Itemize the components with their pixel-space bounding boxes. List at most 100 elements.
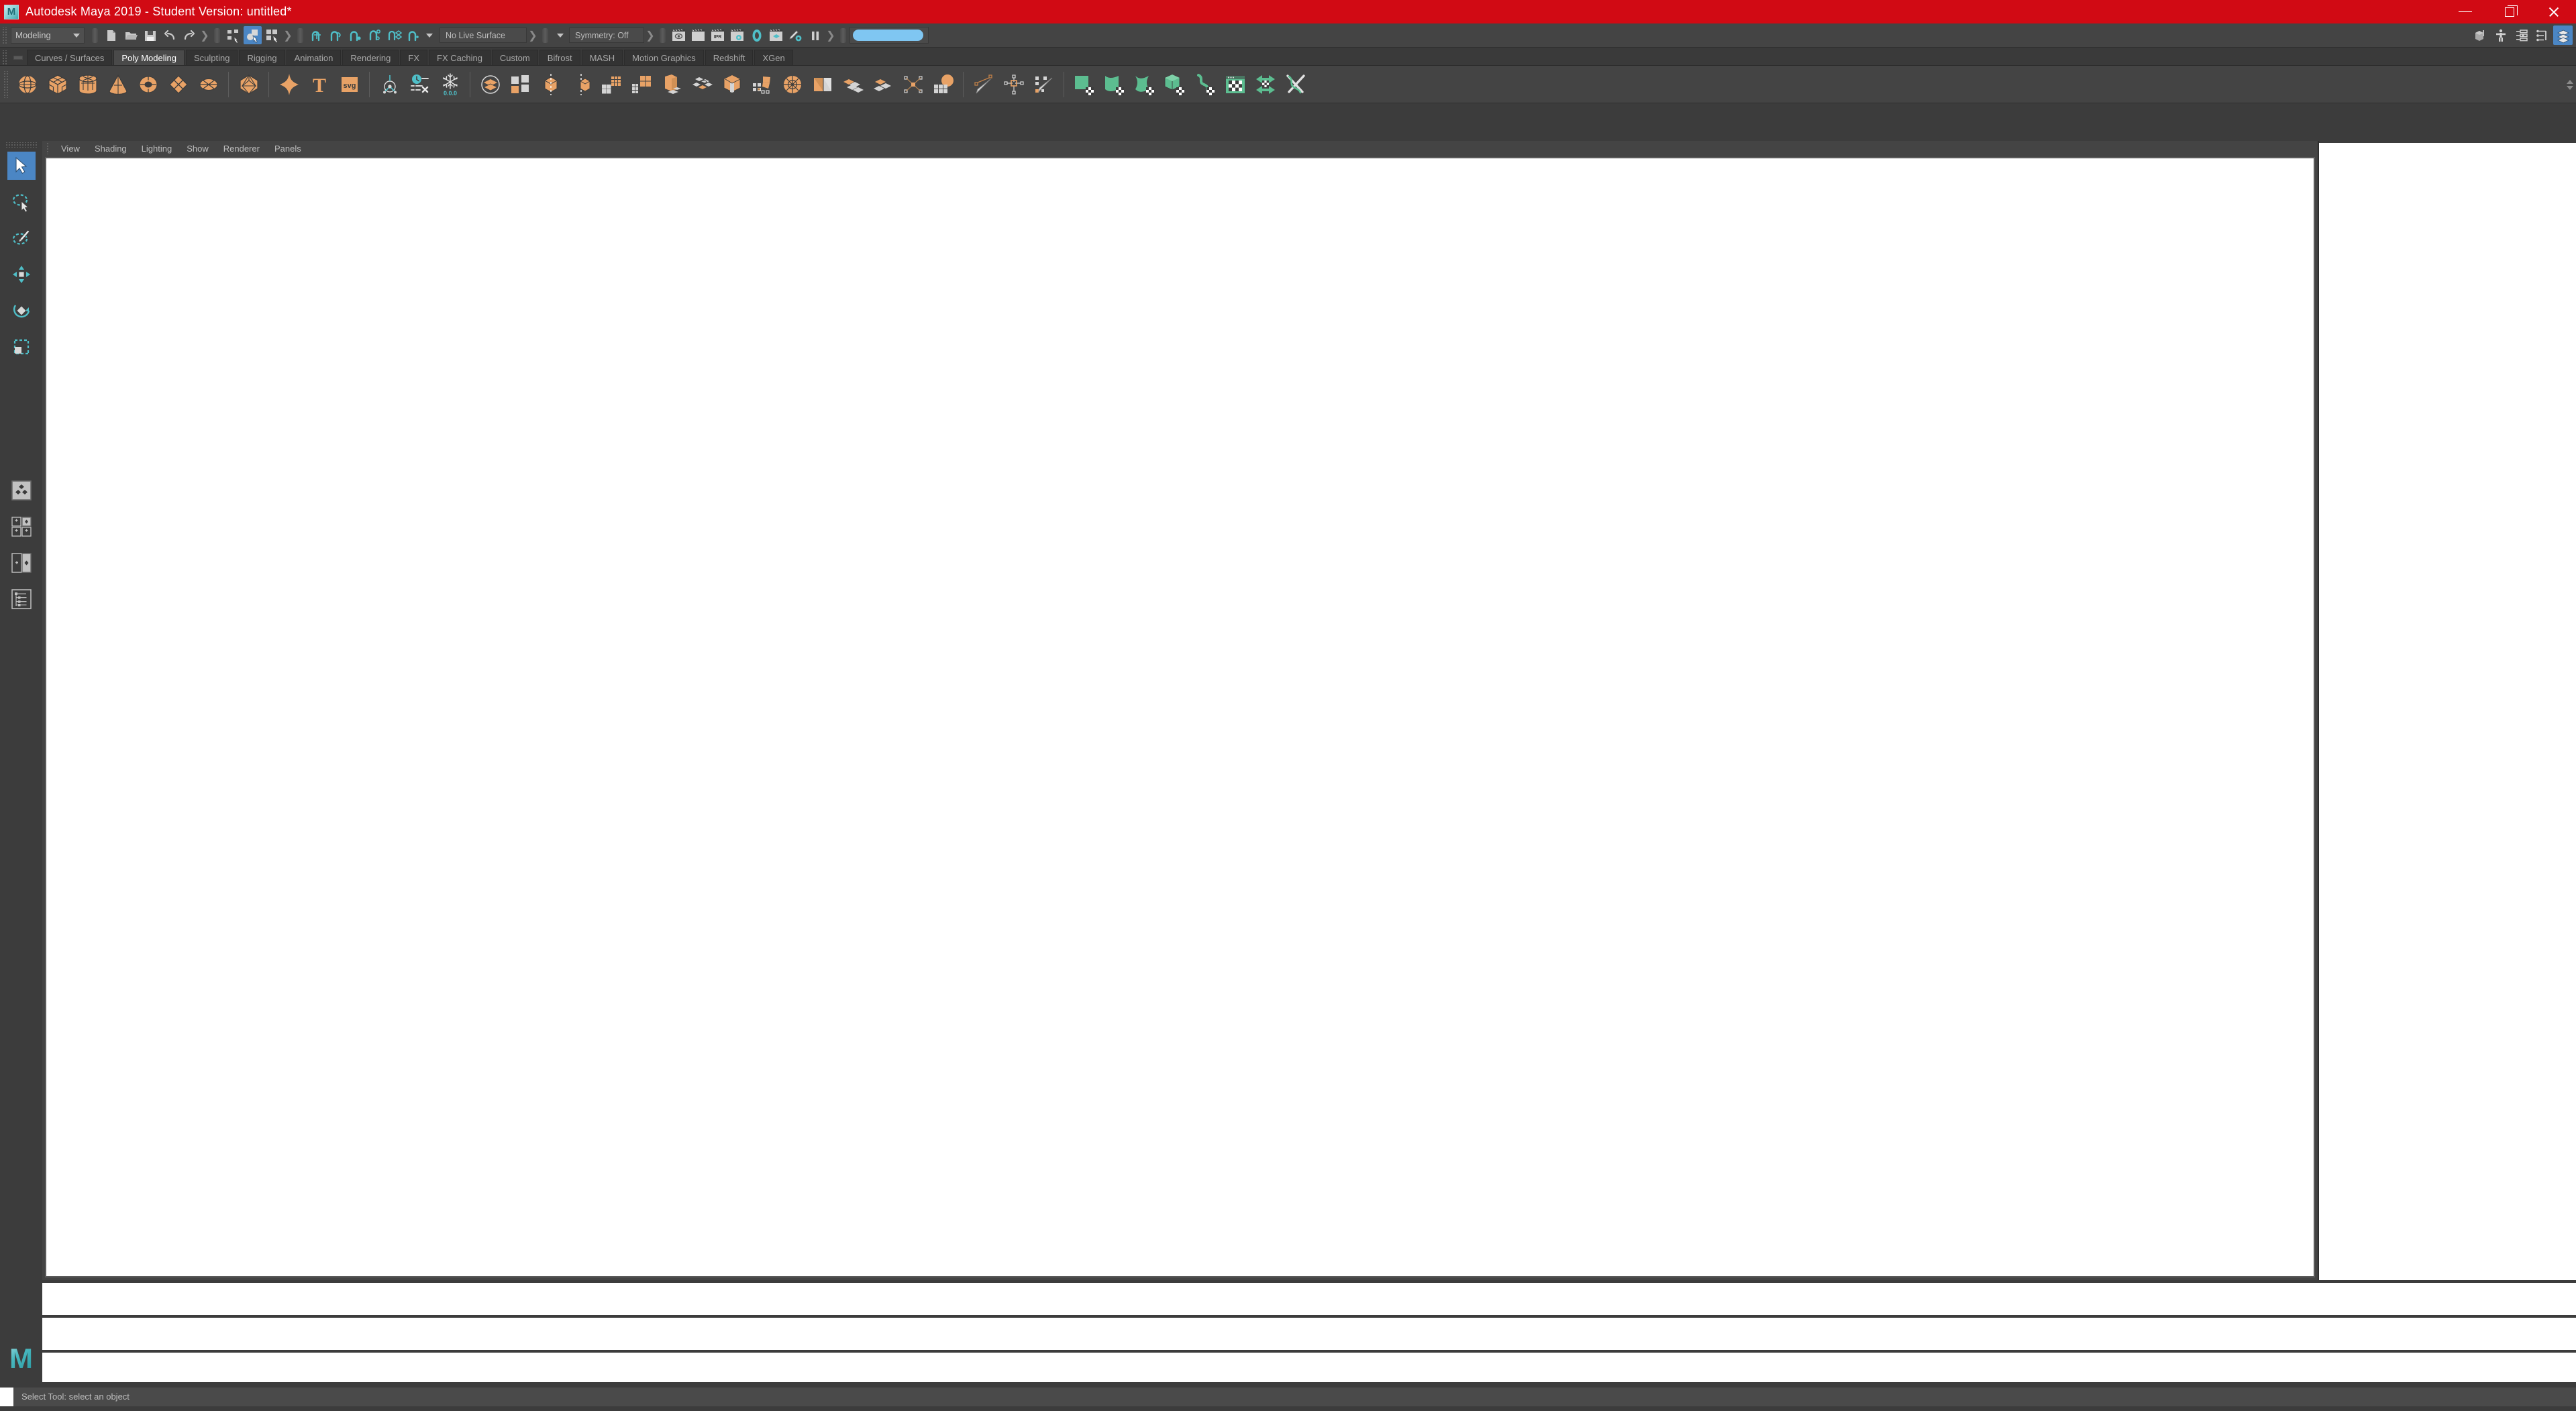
status-divider[interactable] <box>660 28 666 43</box>
help-search-input[interactable] <box>853 30 923 41</box>
select-tool[interactable] <box>7 152 36 180</box>
shelf-tab-sculpting[interactable]: Sculpting <box>185 50 238 65</box>
viewport-3d-canvas[interactable] <box>45 157 2315 1277</box>
move-tool[interactable] <box>7 260 36 289</box>
redo-button[interactable] <box>180 26 198 44</box>
shelf-tab-bifrost[interactable]: Bifrost <box>539 50 580 65</box>
toggle-channel-box-button[interactable] <box>2553 25 2573 45</box>
poly-cube-button[interactable] <box>43 70 72 99</box>
snap-to-view-planes-button[interactable] <box>385 26 403 44</box>
bridge-button[interactable] <box>687 70 716 99</box>
status-divider[interactable] <box>542 28 548 43</box>
status-divider[interactable] <box>92 28 98 43</box>
extrude-button[interactable] <box>657 70 686 99</box>
poly-disc-button[interactable] <box>194 70 223 99</box>
toggle-attribute-editor-button[interactable] <box>2512 25 2531 45</box>
merge-button[interactable] <box>868 70 897 99</box>
bevel-button[interactable] <box>717 70 746 99</box>
collapse-selection-group-icon[interactable]: ❯ <box>283 28 292 44</box>
collapse-render-group-icon[interactable]: ❯ <box>826 28 835 44</box>
toggle-rendering-flags-button[interactable] <box>786 26 805 44</box>
layout-outliner-persp-button[interactable] <box>7 585 36 613</box>
render-settings-button[interactable] <box>728 26 746 44</box>
status-line-grip[interactable] <box>1 26 8 44</box>
uv-unfold-button[interactable] <box>1251 70 1280 99</box>
shelf-collapse-button[interactable] <box>9 50 27 65</box>
mirror-button[interactable] <box>566 70 595 99</box>
snap-to-pivot-button[interactable] <box>405 26 423 44</box>
multi-cut-button[interactable] <box>748 70 776 99</box>
viewport-menu-grip[interactable] <box>46 142 50 154</box>
pause-viewport-button[interactable] <box>806 26 824 44</box>
status-divider[interactable] <box>840 28 846 43</box>
shelf-tab-xgen[interactable]: XGen <box>754 50 793 65</box>
uv-spherical-button[interactable] <box>1130 70 1159 99</box>
shelf-tab-rigging[interactable]: Rigging <box>239 50 285 65</box>
snap-to-points-button[interactable] <box>346 26 364 44</box>
new-scene-button[interactable] <box>102 26 120 44</box>
toggle-tool-settings-button[interactable] <box>2532 25 2552 45</box>
minimize-button[interactable] <box>2443 0 2487 23</box>
open-scene-button[interactable] <box>121 26 140 44</box>
shelf-tab-motion-graphics[interactable]: Motion Graphics <box>624 50 704 65</box>
status-divider[interactable] <box>214 28 220 43</box>
uv-planar-button[interactable] <box>1070 70 1098 99</box>
poly-torus-button[interactable] <box>134 70 162 99</box>
layout-four-view-button[interactable] <box>7 513 36 541</box>
select-by-component-type-button[interactable] <box>263 26 281 44</box>
viewport-menu-view[interactable]: View <box>54 141 87 156</box>
snap-to-curves-button[interactable] <box>327 26 345 44</box>
command-line[interactable] <box>42 1350 2576 1382</box>
dock-body[interactable] <box>2319 143 2576 1280</box>
ipr-render-button[interactable]: IPR <box>709 26 727 44</box>
uv-editor-button[interactable] <box>1221 70 1249 99</box>
viewport-menu-renderer[interactable]: Renderer <box>216 141 267 156</box>
crease-tool-button[interactable] <box>999 70 1028 99</box>
paint-select-tool[interactable] <box>7 224 36 252</box>
shelf-icons-grip[interactable] <box>3 70 9 98</box>
toggle-humanik-button[interactable] <box>2491 25 2510 45</box>
uv-cut-sew-button[interactable] <box>1281 70 1310 99</box>
delete-history-button[interactable] <box>405 70 434 99</box>
target-weld-button[interactable] <box>898 70 927 99</box>
shelf-tab-curves-surfaces[interactable]: Curves / Surfaces <box>27 50 113 65</box>
shelf-tab-custom[interactable]: Custom <box>491 50 538 65</box>
poly-plane-button[interactable] <box>164 70 193 99</box>
shelf-tab-animation[interactable]: Animation <box>286 50 342 65</box>
circularize-button[interactable] <box>778 70 807 99</box>
viewport-menu-show[interactable]: Show <box>179 141 216 156</box>
shelf-tab-fx-caching[interactable]: FX Caching <box>429 50 491 65</box>
snap-to-grids-button[interactable] <box>307 26 325 44</box>
maximize-button[interactable] <box>2487 0 2532 23</box>
quad-draw-button[interactable] <box>969 70 998 99</box>
collapse-file-group-icon[interactable]: ❯ <box>200 28 209 44</box>
layout-single-perspective-button[interactable] <box>7 476 36 505</box>
render-sequence-button[interactable] <box>767 26 785 44</box>
help-search-field[interactable] <box>849 27 929 44</box>
snap-to-projected-center-button[interactable] <box>366 26 384 44</box>
render-current-frame-button[interactable] <box>670 26 688 44</box>
fill-hole-button[interactable] <box>808 70 837 99</box>
collapse-symmetry-group-icon[interactable]: ❯ <box>646 28 654 44</box>
poly-svg-button[interactable]: svg <box>335 70 364 99</box>
toggle-modeling-toolkit-button[interactable] <box>2470 25 2489 45</box>
combine-button[interactable] <box>476 70 505 99</box>
shelf-tab-redshift[interactable]: Redshift <box>705 50 754 65</box>
slide-edge-button[interactable] <box>1029 70 1058 99</box>
layout-two-pane-button[interactable] <box>7 549 36 577</box>
uv-cylindrical-button[interactable] <box>1100 70 1129 99</box>
live-surface-field[interactable]: No Live Surface <box>440 28 527 43</box>
collapse-snap-group-icon[interactable]: ❯ <box>528 28 537 44</box>
uv-contour-stretch-button[interactable] <box>1190 70 1219 99</box>
shelf-scroll-down-icon[interactable] <box>2567 85 2573 90</box>
center-pivot-button[interactable] <box>375 70 404 99</box>
scale-tool[interactable] <box>7 333 36 361</box>
close-button[interactable] <box>2532 0 2576 23</box>
shelf-tab-fx[interactable]: FX <box>400 50 427 65</box>
separate-button[interactable] <box>506 70 535 99</box>
poly-cone-button[interactable] <box>103 70 132 99</box>
freeze-transformations-button[interactable]: 0.0.0 <box>435 70 464 99</box>
snap-options-chevron-down-icon[interactable] <box>426 33 433 38</box>
rotate-tool[interactable] <box>7 297 36 325</box>
viewport-menu-lighting[interactable]: Lighting <box>134 141 180 156</box>
